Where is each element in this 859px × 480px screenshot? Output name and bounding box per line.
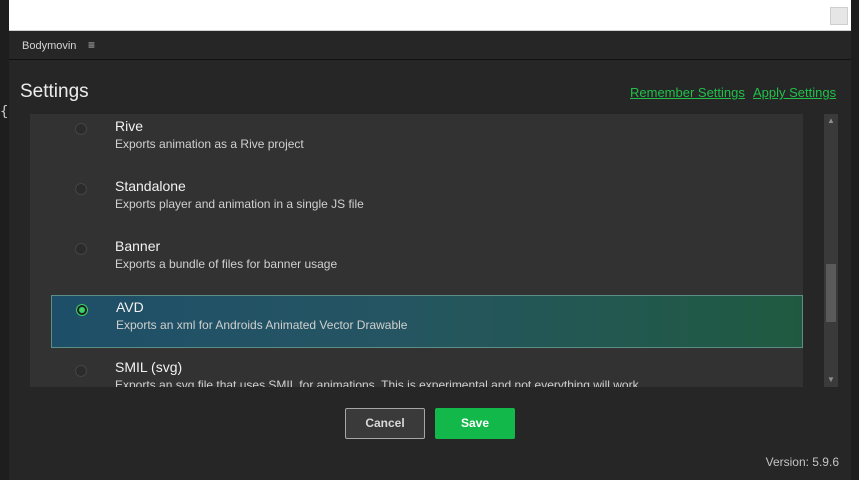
option-title: Rive <box>115 118 144 134</box>
option-description: Exports player and animation in a single… <box>115 197 364 211</box>
cancel-button[interactable]: Cancel <box>345 408 425 439</box>
apply-settings-link[interactable]: Apply Settings <box>753 85 836 100</box>
option-title: Banner <box>115 238 161 254</box>
radio-avd[interactable] <box>76 304 88 316</box>
option-description: Exports a bundle of files for banner usa… <box>115 257 338 271</box>
scroll-thumb[interactable] <box>826 264 836 322</box>
page-title: Settings <box>20 81 89 102</box>
save-button[interactable]: Save <box>435 408 515 439</box>
scroll-up-arrow-icon[interactable]: ▲ <box>824 114 838 128</box>
radio-banner[interactable] <box>75 243 87 255</box>
option-title: Standalone <box>115 178 186 194</box>
option-banner[interactable]: Banner Exports a bundle of files for ban… <box>30 219 803 272</box>
scroll-down-arrow-icon[interactable]: ▼ <box>824 373 838 387</box>
radio-standalone[interactable] <box>75 183 87 195</box>
export-options-list: Rive Exports animation as a Rive project… <box>30 114 803 387</box>
panel-name[interactable]: Bodymovin <box>22 40 76 52</box>
radio-rive[interactable] <box>75 123 87 135</box>
option-description: Exports an xml for Androids Animated Vec… <box>116 318 408 332</box>
panel-menu-icon[interactable]: ≡ <box>88 38 95 52</box>
window-close-button[interactable] <box>830 7 848 25</box>
option-description: Exports an svg file that uses SMIL for a… <box>115 378 639 387</box>
option-rive[interactable]: Rive Exports animation as a Rive project <box>30 114 803 152</box>
option-standalone[interactable]: Standalone Exports player and animation … <box>30 159 803 212</box>
list-scrollbar[interactable]: ▲ ▼ <box>824 114 838 387</box>
remember-settings-link[interactable]: Remember Settings <box>630 85 745 100</box>
option-title: AVD <box>116 299 144 315</box>
settings-panel: Settings Remember Settings Apply Setting… <box>9 60 851 480</box>
option-title: SMIL (svg) <box>115 359 183 375</box>
window-title-bar <box>9 0 851 31</box>
radio-smil-svg[interactable] <box>75 365 87 377</box>
panel-header: Bodymovin ≡ <box>9 31 851 60</box>
option-smil-svg[interactable]: SMIL (svg) Exports an svg file that uses… <box>30 340 803 387</box>
option-description: Exports animation as a Rive project <box>115 137 304 151</box>
version-label: Version: 5.9.6 <box>765 455 839 469</box>
side-brace-glyph: { <box>0 104 9 120</box>
